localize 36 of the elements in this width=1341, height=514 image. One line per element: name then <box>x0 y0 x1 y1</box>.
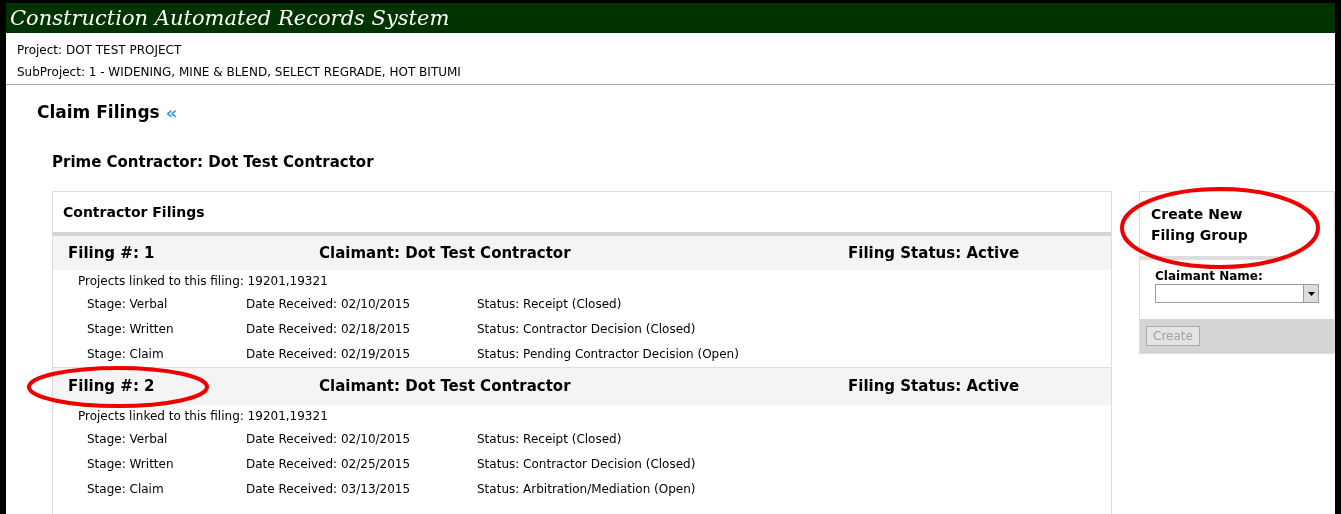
stage-label: Stage: Verbal <box>86 431 169 448</box>
claimant-label: Claimant: Dot Test Contractor <box>319 242 572 264</box>
prime-contractor-label: Prime Contractor: Dot Test Contractor <box>51 151 375 173</box>
filing-number: Filing #: 2 <box>67 376 156 398</box>
date-received: Date Received: 02/10/2015 <box>246 296 412 313</box>
filing-number: Filing #: 1 <box>67 242 156 264</box>
stage-label: Stage: Claim <box>86 481 165 498</box>
date-received: Date Received: 02/10/2015 <box>246 431 412 448</box>
filing-status: Filing Status: Active <box>848 376 1020 398</box>
linked-projects: Projects linked to this filing: 19201,19321 <box>77 408 329 425</box>
filing-status: Filing Status: Active <box>848 242 1020 264</box>
claimant-label: Claimant: Dot Test Contractor <box>319 376 572 398</box>
date-received: Date Received: 03/13/2015 <box>246 481 412 498</box>
collapse-link[interactable]: « <box>165 103 178 122</box>
stage-label: Stage: Written <box>86 456 175 473</box>
app-title: Construction Automated Records System <box>10 7 450 29</box>
claimant-select[interactable] <box>1155 284 1319 303</box>
date-received: Date Received: 02/25/2015 <box>246 456 412 473</box>
stage-status: Status: Contractor Decision (Closed) <box>477 456 696 473</box>
stage-status: Status: Contractor Decision (Closed) <box>477 321 696 338</box>
panel-title: Create New Filing Group <box>1140 192 1290 260</box>
page-title: Claim Filings <box>37 101 160 124</box>
stage-status: Status: Arbitration/Mediation (Open) <box>477 481 696 498</box>
panel-title: Contractor Filings <box>62 202 206 222</box>
date-received: Date Received: 02/18/2015 <box>246 321 412 338</box>
stage-label: Stage: Claim <box>86 346 165 363</box>
linked-projects: Projects linked to this filing: 19201,19321 <box>77 273 329 290</box>
stage-status: Status: Pending Contractor Decision (Open) <box>477 346 739 363</box>
stage-status: Status: Receipt (Closed) <box>477 296 622 313</box>
stage-label: Stage: Verbal <box>86 296 169 313</box>
stage-status: Status: Receipt (Closed) <box>477 431 622 448</box>
subproject-label: SubProject: 1 - WIDENING, MINE & BLEND, SELECT REGRADE, HOT BITUMI <box>17 64 462 81</box>
field-label: Claimant Name: <box>1155 269 1264 284</box>
date-received: Date Received: 02/19/2015 <box>246 346 412 363</box>
project-label: Project: DOT TEST PROJECT <box>17 42 183 59</box>
stage-label: Stage: Written <box>86 321 175 338</box>
